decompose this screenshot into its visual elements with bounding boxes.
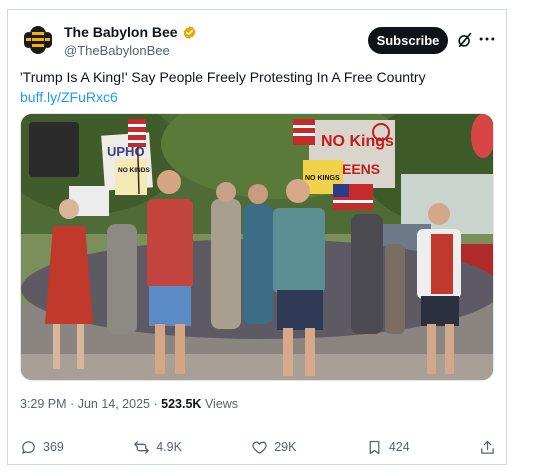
sign-no-kinds: NO KINDS xyxy=(115,159,150,195)
meta-separator: · xyxy=(153,397,158,411)
sign-no-kinds-text: NO KINDS xyxy=(118,167,150,174)
tweet-body: 'Trump Is A King!' Say People Freely Pro… xyxy=(20,69,426,85)
grok-icon[interactable] xyxy=(456,31,474,49)
subscribe-button[interactable]: Subscribe xyxy=(368,27,448,54)
meta-separator: · xyxy=(70,397,75,411)
action-bar: 369 4.9K 29K 424 xyxy=(20,436,496,458)
bookmark-icon xyxy=(369,440,380,454)
tweet-card: The Babylon Bee @TheBabylonBee Subscribe… xyxy=(7,9,507,465)
repost-icon xyxy=(134,440,150,454)
more-icon[interactable] xyxy=(478,30,496,48)
like-button[interactable]: 29K xyxy=(251,439,296,456)
reply-button[interactable]: 369 xyxy=(20,439,64,456)
repost-count: 4.9K xyxy=(156,440,182,454)
tweet-date[interactable]: Jun 14, 2025 xyxy=(78,397,150,411)
protest-photo: UPHO NO KINDS NO Kings QUEENS NO KINGS xyxy=(21,114,493,380)
bookmark-count: 424 xyxy=(388,440,410,454)
tweet-header: The Babylon Bee @TheBabylonBee Subscribe xyxy=(20,18,496,62)
repost-button[interactable]: 4.9K xyxy=(133,439,182,456)
bee-logo-icon xyxy=(24,26,52,54)
tweet-meta: 3:29 PM · Jun 14, 2025 · 523.5K Views xyxy=(20,397,238,411)
like-count: 29K xyxy=(274,440,297,454)
reply-count: 369 xyxy=(43,440,64,454)
sign-red-banner-text: NO Kings xyxy=(321,133,394,150)
views-count: 523.5K xyxy=(161,397,202,411)
tweet-text: 'Trump Is A King!' Say People Freely Pro… xyxy=(20,67,490,107)
tweet-time[interactable]: 3:29 PM xyxy=(20,397,67,411)
verified-badge-icon xyxy=(183,25,196,39)
tweet-photo[interactable]: UPHO NO KINDS NO Kings QUEENS NO KINGS xyxy=(20,113,494,381)
display-name[interactable]: The Babylon Bee xyxy=(64,24,178,40)
heart-icon xyxy=(252,441,267,454)
sign-no-kings-text: NO KINGS xyxy=(305,175,340,182)
name-row: The Babylon Bee xyxy=(64,24,197,40)
bookmark-button[interactable]: 424 xyxy=(366,439,410,456)
avatar[interactable] xyxy=(20,22,56,58)
reply-icon xyxy=(22,440,35,454)
share-button[interactable] xyxy=(479,439,496,456)
handle[interactable]: @TheBabylonBee xyxy=(64,43,170,58)
share-icon xyxy=(481,440,494,454)
views-label: Views xyxy=(204,397,239,411)
tweet-link[interactable]: buff.ly/ZFuRxc6 xyxy=(20,89,118,105)
